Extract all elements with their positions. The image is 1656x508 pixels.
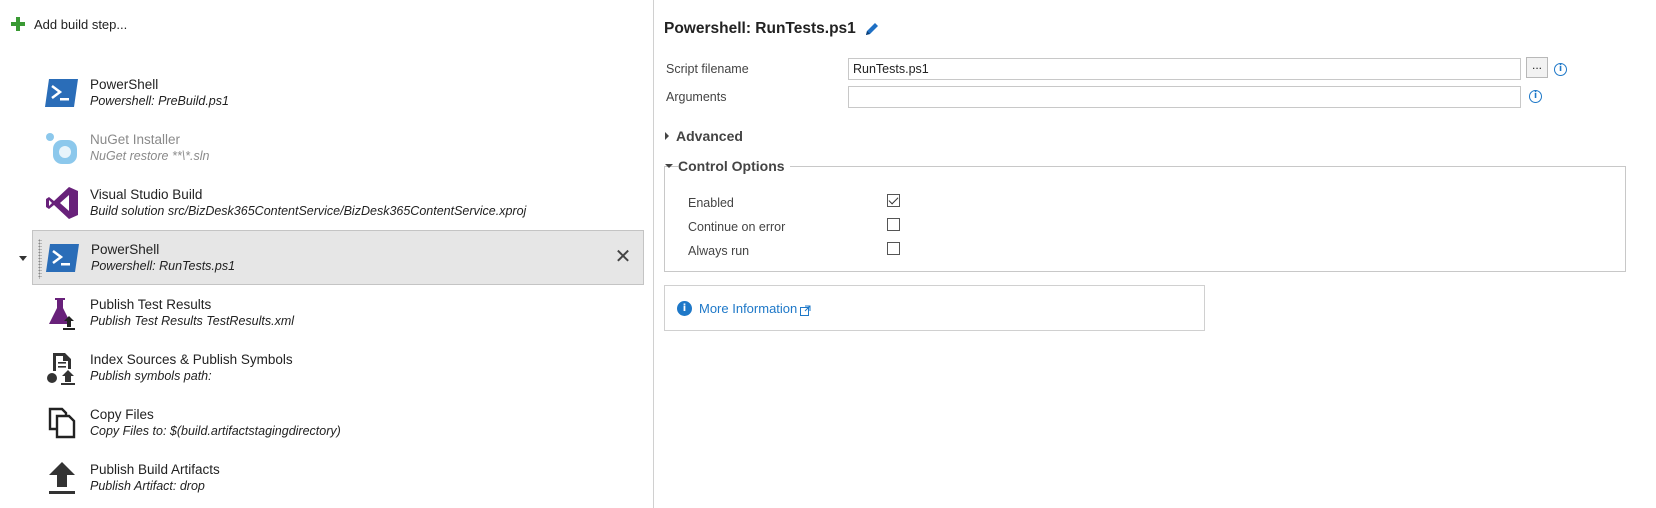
step-name: Publish Build Artifacts [90, 461, 220, 477]
arguments-input[interactable] [848, 86, 1521, 108]
build-step-publish-build-artifacts[interactable]: Publish Build Artifacts Publish Artifact… [32, 450, 644, 505]
arguments-info-icon[interactable]: i [1529, 90, 1542, 103]
step-name: Copy Files [90, 406, 154, 422]
step-name: PowerShell [91, 241, 160, 257]
copy-files-icon [44, 405, 80, 441]
powershell-icon [45, 240, 81, 276]
step-name: Visual Studio Build [90, 186, 203, 202]
powershell-icon [44, 75, 80, 111]
plus-icon [10, 16, 26, 32]
continue-on-error-label: Continue on error [688, 220, 786, 234]
step-description: NuGet restore **\*.sln [90, 148, 210, 163]
control-options-box [664, 166, 1626, 272]
build-steps-pane: Add build step... PowerShell Powershell:… [0, 0, 654, 508]
selected-step-arrow-icon [19, 256, 27, 261]
remove-step-icon[interactable]: ✕ [613, 247, 633, 267]
step-description: Publish Artifact: drop [90, 478, 205, 493]
script-filename-input[interactable] [848, 58, 1521, 80]
external-link-icon[interactable] [800, 303, 811, 316]
build-step-copy-files[interactable]: Copy Files Copy Files to: $(build.artifa… [32, 395, 644, 450]
build-step-list: PowerShell Powershell: PreBuild.ps1 NuGe… [32, 65, 644, 505]
step-description: Publish symbols path: [90, 368, 212, 383]
build-step-index-sources[interactable]: Index Sources & Publish Symbols Publish … [32, 340, 644, 395]
upload-arrow-icon [44, 460, 80, 496]
always-run-checkbox[interactable] [887, 242, 900, 255]
edit-pencil-icon[interactable] [864, 21, 880, 37]
step-description: Publish Test Results TestResults.xml [90, 313, 295, 328]
script-filename-info-icon[interactable]: i [1554, 63, 1567, 76]
caret-down-icon [665, 164, 673, 168]
step-name: Index Sources & Publish Symbols [90, 351, 293, 367]
visual-studio-icon [44, 185, 80, 221]
enabled-label: Enabled [688, 196, 734, 210]
add-build-step-button[interactable]: Add build step... [10, 16, 127, 32]
step-title: Powershell: RunTests.ps1 [664, 20, 856, 37]
build-step-powershell-runtests[interactable]: PowerShell Powershell: RunTests.ps1 ✕ [32, 230, 644, 285]
advanced-section-toggle[interactable]: Advanced [665, 128, 748, 144]
flask-upload-icon [44, 295, 80, 331]
step-description: Copy Files to: $(build.artifactstagingdi… [90, 423, 341, 438]
build-step-visual-studio-build[interactable]: Visual Studio Build Build solution src/B… [32, 175, 644, 230]
step-description: Powershell: RunTests.ps1 [91, 258, 236, 273]
step-name: NuGet Installer [90, 131, 181, 147]
build-step-powershell-prebuild[interactable]: PowerShell Powershell: PreBuild.ps1 [32, 65, 644, 120]
more-information-link[interactable]: More Information [699, 301, 797, 316]
step-name: Publish Test Results [90, 296, 212, 312]
control-options-section-toggle[interactable]: Control Options [665, 158, 790, 174]
browse-button[interactable]: ... [1526, 57, 1548, 78]
continue-on-error-checkbox[interactable] [887, 218, 900, 231]
build-step-nuget-installer[interactable]: NuGet Installer NuGet restore **\*.sln [32, 120, 644, 175]
step-description: Powershell: PreBuild.ps1 [90, 93, 229, 108]
step-details-pane: Powershell: RunTests.ps1 Script filename… [655, 0, 1656, 508]
always-run-label: Always run [688, 244, 750, 258]
nuget-icon [44, 130, 80, 166]
build-step-publish-test-results[interactable]: Publish Test Results Publish Test Result… [32, 285, 644, 340]
enabled-checkbox[interactable] [887, 194, 900, 207]
control-options-label: Control Options [678, 158, 790, 174]
step-description: Build solution src/BizDesk365ContentServ… [90, 203, 527, 218]
arguments-label: Arguments [666, 90, 727, 104]
step-title-row: Powershell: RunTests.ps1 [664, 20, 880, 38]
script-filename-label: Script filename [666, 62, 749, 76]
info-circle-icon: i [677, 300, 692, 316]
drag-handle[interactable] [38, 239, 42, 279]
caret-right-icon [665, 132, 669, 140]
add-build-step-label: Add build step... [34, 16, 128, 32]
step-name: PowerShell [90, 76, 159, 92]
more-information-box: i More Information [664, 285, 1205, 331]
symbols-publish-icon [44, 350, 80, 386]
advanced-label: Advanced [676, 128, 748, 144]
